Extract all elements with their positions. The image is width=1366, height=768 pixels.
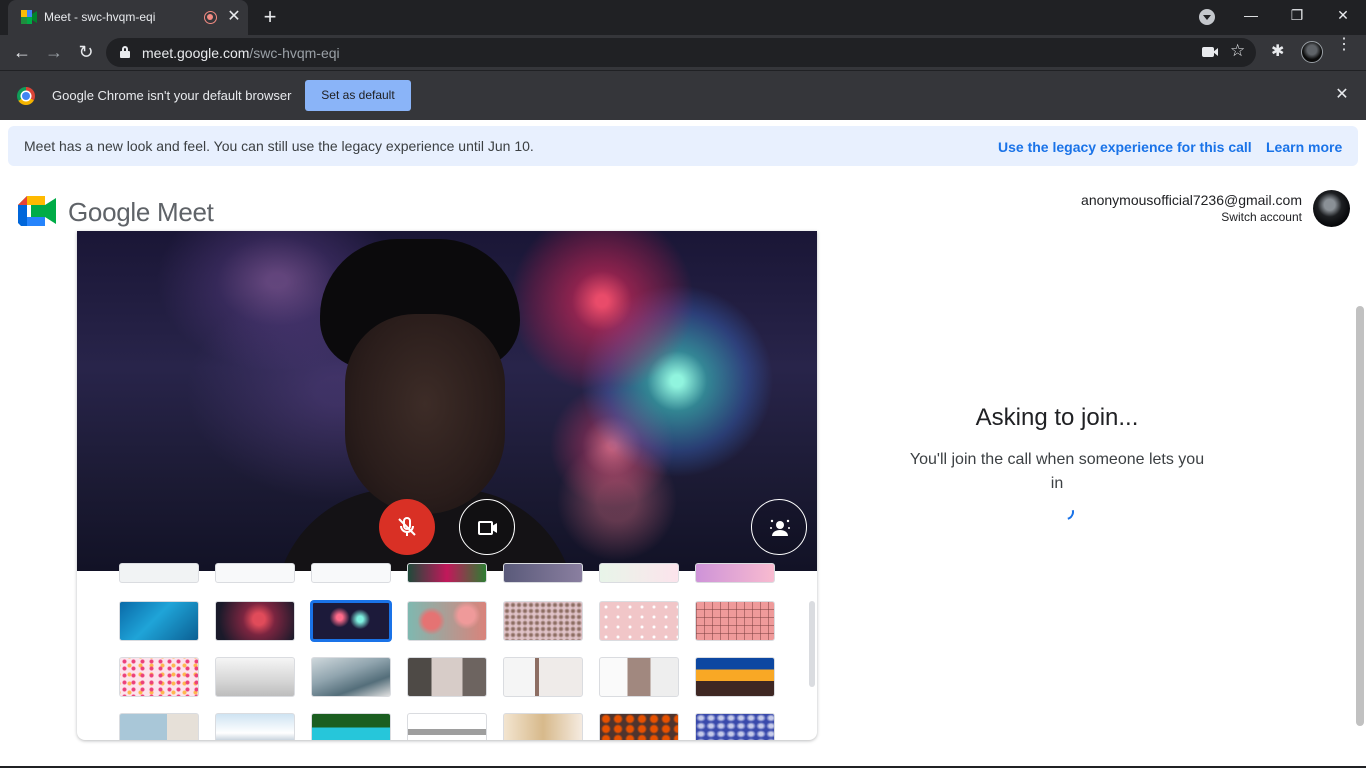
meet-favicon-icon [21, 10, 37, 24]
background-party-confetti[interactable] [119, 657, 199, 697]
background-tropical-beach[interactable] [311, 713, 391, 740]
background-beach-arch[interactable] [119, 713, 199, 740]
chrome-menu-icon[interactable]: ⋮ [1336, 37, 1352, 53]
background-pink-confetti-wall[interactable] [599, 601, 679, 641]
background-option[interactable] [407, 563, 487, 583]
chrome-profile-avatar[interactable] [1301, 41, 1323, 63]
bookmark-star-icon[interactable]: ☆ [1230, 41, 1245, 61]
background-shelving[interactable] [599, 657, 679, 697]
background-horse-sketch[interactable] [407, 713, 487, 740]
background-flower-field[interactable] [503, 601, 583, 641]
video-camera-icon [478, 521, 497, 535]
background-option[interactable] [503, 563, 583, 583]
restore-button[interactable]: ❐ [1274, 0, 1320, 30]
page-scrollbar[interactable] [1356, 306, 1364, 726]
new-tab-button[interactable]: + [258, 5, 282, 29]
google-meet-wordmark: Google Meet [68, 197, 214, 227]
tab-title: Meet - swc-hvqm-eqi [44, 10, 156, 24]
background-night-cafe[interactable] [695, 657, 775, 697]
background-nebula[interactable] [215, 601, 295, 641]
background-blossoms[interactable] [407, 601, 487, 641]
address-bar[interactable]: meet.google.com/swc-hvqm-eqi ☆ [106, 38, 1256, 67]
tab-close-icon[interactable]: ✕ [226, 8, 242, 26]
infobar-message: Google Chrome isn't your default browser [52, 88, 292, 103]
background-option[interactable] [695, 563, 775, 583]
background-option[interactable] [599, 563, 679, 583]
person-sparkle-icon [770, 519, 790, 536]
reload-button[interactable]: ↻ [72, 38, 100, 66]
background-white-office[interactable] [215, 657, 295, 697]
background-modern-room[interactable] [407, 657, 487, 697]
minimize-button[interactable]: — [1228, 0, 1274, 30]
background-fireworks[interactable] [311, 601, 391, 641]
lock-icon[interactable] [120, 46, 130, 58]
background-bookshelf-loft[interactable] [503, 657, 583, 697]
switch-account-link[interactable]: Switch account [1221, 210, 1302, 224]
background-wood-interior[interactable] [503, 713, 583, 740]
extensions-icon[interactable]: ✱ [1271, 41, 1284, 61]
asking-to-join-title: Asking to join... [975, 404, 1139, 431]
mic-off-icon [398, 517, 416, 536]
learn-more-link[interactable]: Learn more [1266, 139, 1342, 155]
window-close-button[interactable]: ✕ [1320, 0, 1366, 30]
background-underwater[interactable] [119, 601, 199, 641]
visual-effects-button[interactable] [751, 499, 807, 555]
use-legacy-experience-link[interactable]: Use the legacy experience for this call [998, 139, 1252, 155]
background-glass-atrium[interactable] [311, 657, 391, 697]
camera-in-use-icon[interactable] [1202, 47, 1218, 57]
account-avatar[interactable] [1313, 190, 1350, 227]
browser-tab-meet[interactable]: Meet - swc-hvqm-eqi ✕ [8, 0, 248, 35]
legacy-experience-banner: Meet has a new look and feel. You can st… [8, 126, 1358, 166]
default-browser-infobar: Google Chrome isn't your default browser… [0, 70, 1366, 120]
set-as-default-button[interactable]: Set as default [305, 80, 411, 111]
account-email: anonymousofficial7236@gmail.com [1081, 192, 1302, 208]
background-picker [77, 563, 817, 740]
tab-search-icon[interactable] [1199, 9, 1215, 25]
self-preview-card [77, 231, 817, 740]
background-pink-tiles[interactable] [695, 601, 775, 641]
background-picker-scrollbar[interactable] [809, 601, 815, 687]
banner-message: Meet has a new look and feel. You can st… [24, 138, 534, 154]
forward-button[interactable]: → [40, 38, 68, 66]
microphone-off-button[interactable] [379, 499, 435, 555]
background-snowy-mountains[interactable] [215, 713, 295, 740]
background-blue-fern[interactable] [695, 713, 775, 740]
url-text[interactable]: meet.google.com/swc-hvqm-eqi [142, 45, 340, 61]
chrome-logo-icon [17, 87, 35, 105]
camera-preview-video [77, 231, 817, 571]
back-button[interactable]: ← [8, 38, 36, 66]
background-option[interactable] [119, 563, 199, 583]
recording-indicator-icon [204, 11, 217, 24]
browser-toolbar: ← → ↻ meet.google.com/swc-hvqm-eqi ☆ [0, 35, 1366, 70]
tab-strip: Meet - swc-hvqm-eqi ✕ + — ❐ ✕ [0, 0, 1366, 35]
infobar-close-icon[interactable]: ✕ [1332, 85, 1352, 105]
background-autumn-leaves[interactable] [599, 713, 679, 740]
asking-to-join-subtitle: You'll join the call when someone lets y… [909, 451, 1205, 492]
google-meet-logo-icon[interactable] [18, 196, 56, 226]
camera-toggle-button[interactable] [459, 499, 515, 555]
loading-spinner-icon [1055, 501, 1077, 523]
background-option[interactable] [215, 563, 295, 583]
background-option[interactable] [311, 563, 391, 583]
